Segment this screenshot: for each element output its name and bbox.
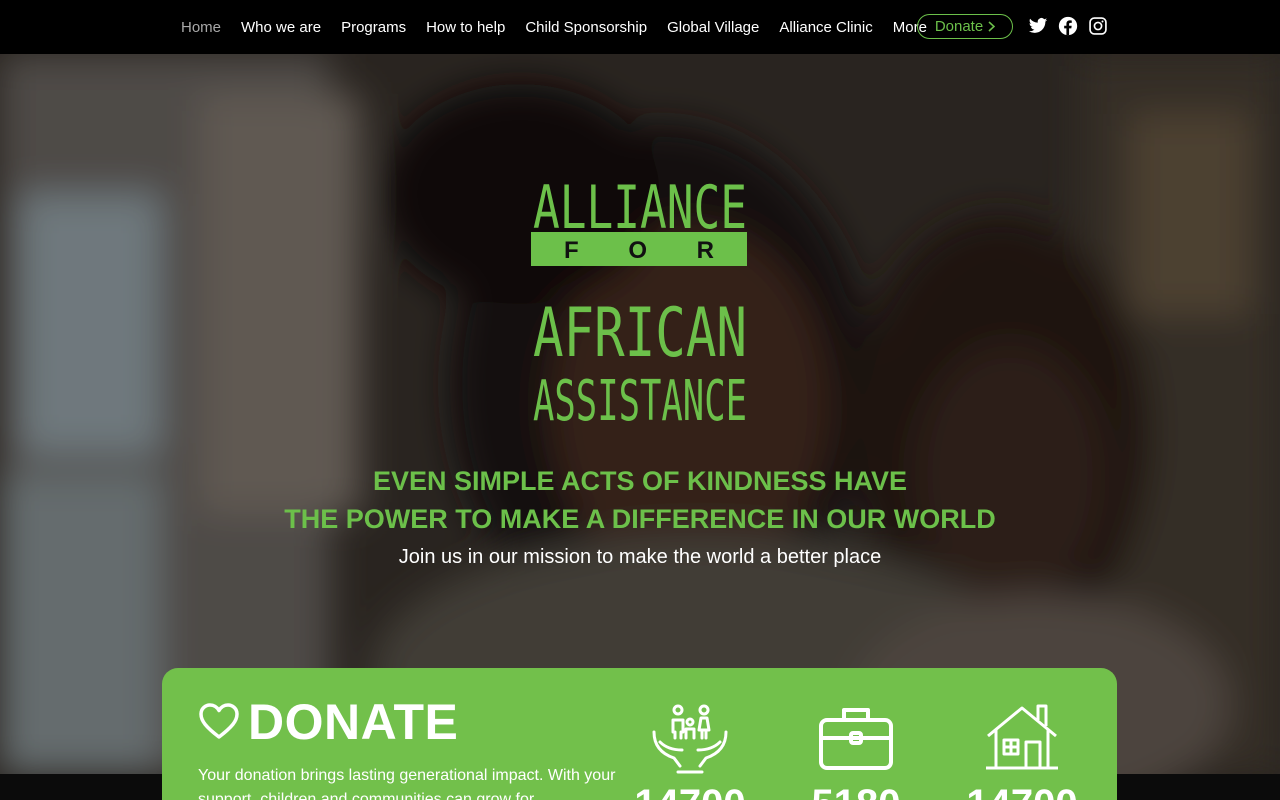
hero-section: ALLIANCE F O R AFRICAN ASSISTANCE EVEN S… xyxy=(0,54,1280,774)
nav-how-to-help[interactable]: How to help xyxy=(416,0,515,54)
stat-value-families: 14700 xyxy=(620,780,760,800)
stat-value-jobs: 5180 xyxy=(786,780,926,800)
heart-icon xyxy=(199,703,239,739)
briefcase-icon xyxy=(819,708,893,770)
hero-headline-line-1: EVEN SIMPLE ACTS OF KINDNESS HAVE xyxy=(372,466,908,496)
instagram-icon[interactable] xyxy=(1088,16,1108,36)
svg-text:AFRICAN: AFRICAN xyxy=(533,294,747,373)
hero-headline-line-2: THE POWER TO MAKE A DIFFERENCE IN OUR WO… xyxy=(284,504,996,534)
site-header: Home Who we are Programs How to help Chi… xyxy=(0,0,1280,54)
donate-card: DONATE Your donation brings lasting gene… xyxy=(162,668,1117,800)
nav-global-village[interactable]: Global Village xyxy=(657,0,769,54)
donate-description: Your donation brings lasting generationa… xyxy=(198,767,616,800)
nav-programs[interactable]: Programs xyxy=(331,0,416,54)
nav-home[interactable]: Home xyxy=(171,0,231,54)
main-nav: Home Who we are Programs How to help Chi… xyxy=(171,0,937,54)
nav-who-we-are[interactable]: Who we are xyxy=(231,0,331,54)
facebook-icon[interactable] xyxy=(1058,16,1078,36)
donate-title: DONATE xyxy=(248,694,459,750)
twitter-icon[interactable] xyxy=(1028,16,1048,36)
nav-alliance-clinic[interactable]: Alliance Clinic xyxy=(769,0,882,54)
family-hands-icon xyxy=(652,704,728,774)
chevron-right-icon xyxy=(988,21,996,32)
header-donate-button[interactable]: Donate xyxy=(917,14,1013,39)
nav-child-sponsorship[interactable]: Child Sponsorship xyxy=(515,0,657,54)
hero-headline: EVEN SIMPLE ACTS OF KINDNESS HAVE THE PO… xyxy=(140,462,1140,538)
social-links xyxy=(1028,16,1108,36)
alliance-logo: ALLIANCE F O R AFRICAN ASSISTANCE xyxy=(531,173,747,424)
stat-value-homes: 14700 xyxy=(952,780,1092,800)
hero-subtitle: Join us in our mission to make the world… xyxy=(398,546,882,568)
house-icon xyxy=(986,704,1058,770)
header-donate-label: Donate xyxy=(934,18,984,35)
svg-text:ASSISTANCE: ASSISTANCE xyxy=(533,369,747,424)
